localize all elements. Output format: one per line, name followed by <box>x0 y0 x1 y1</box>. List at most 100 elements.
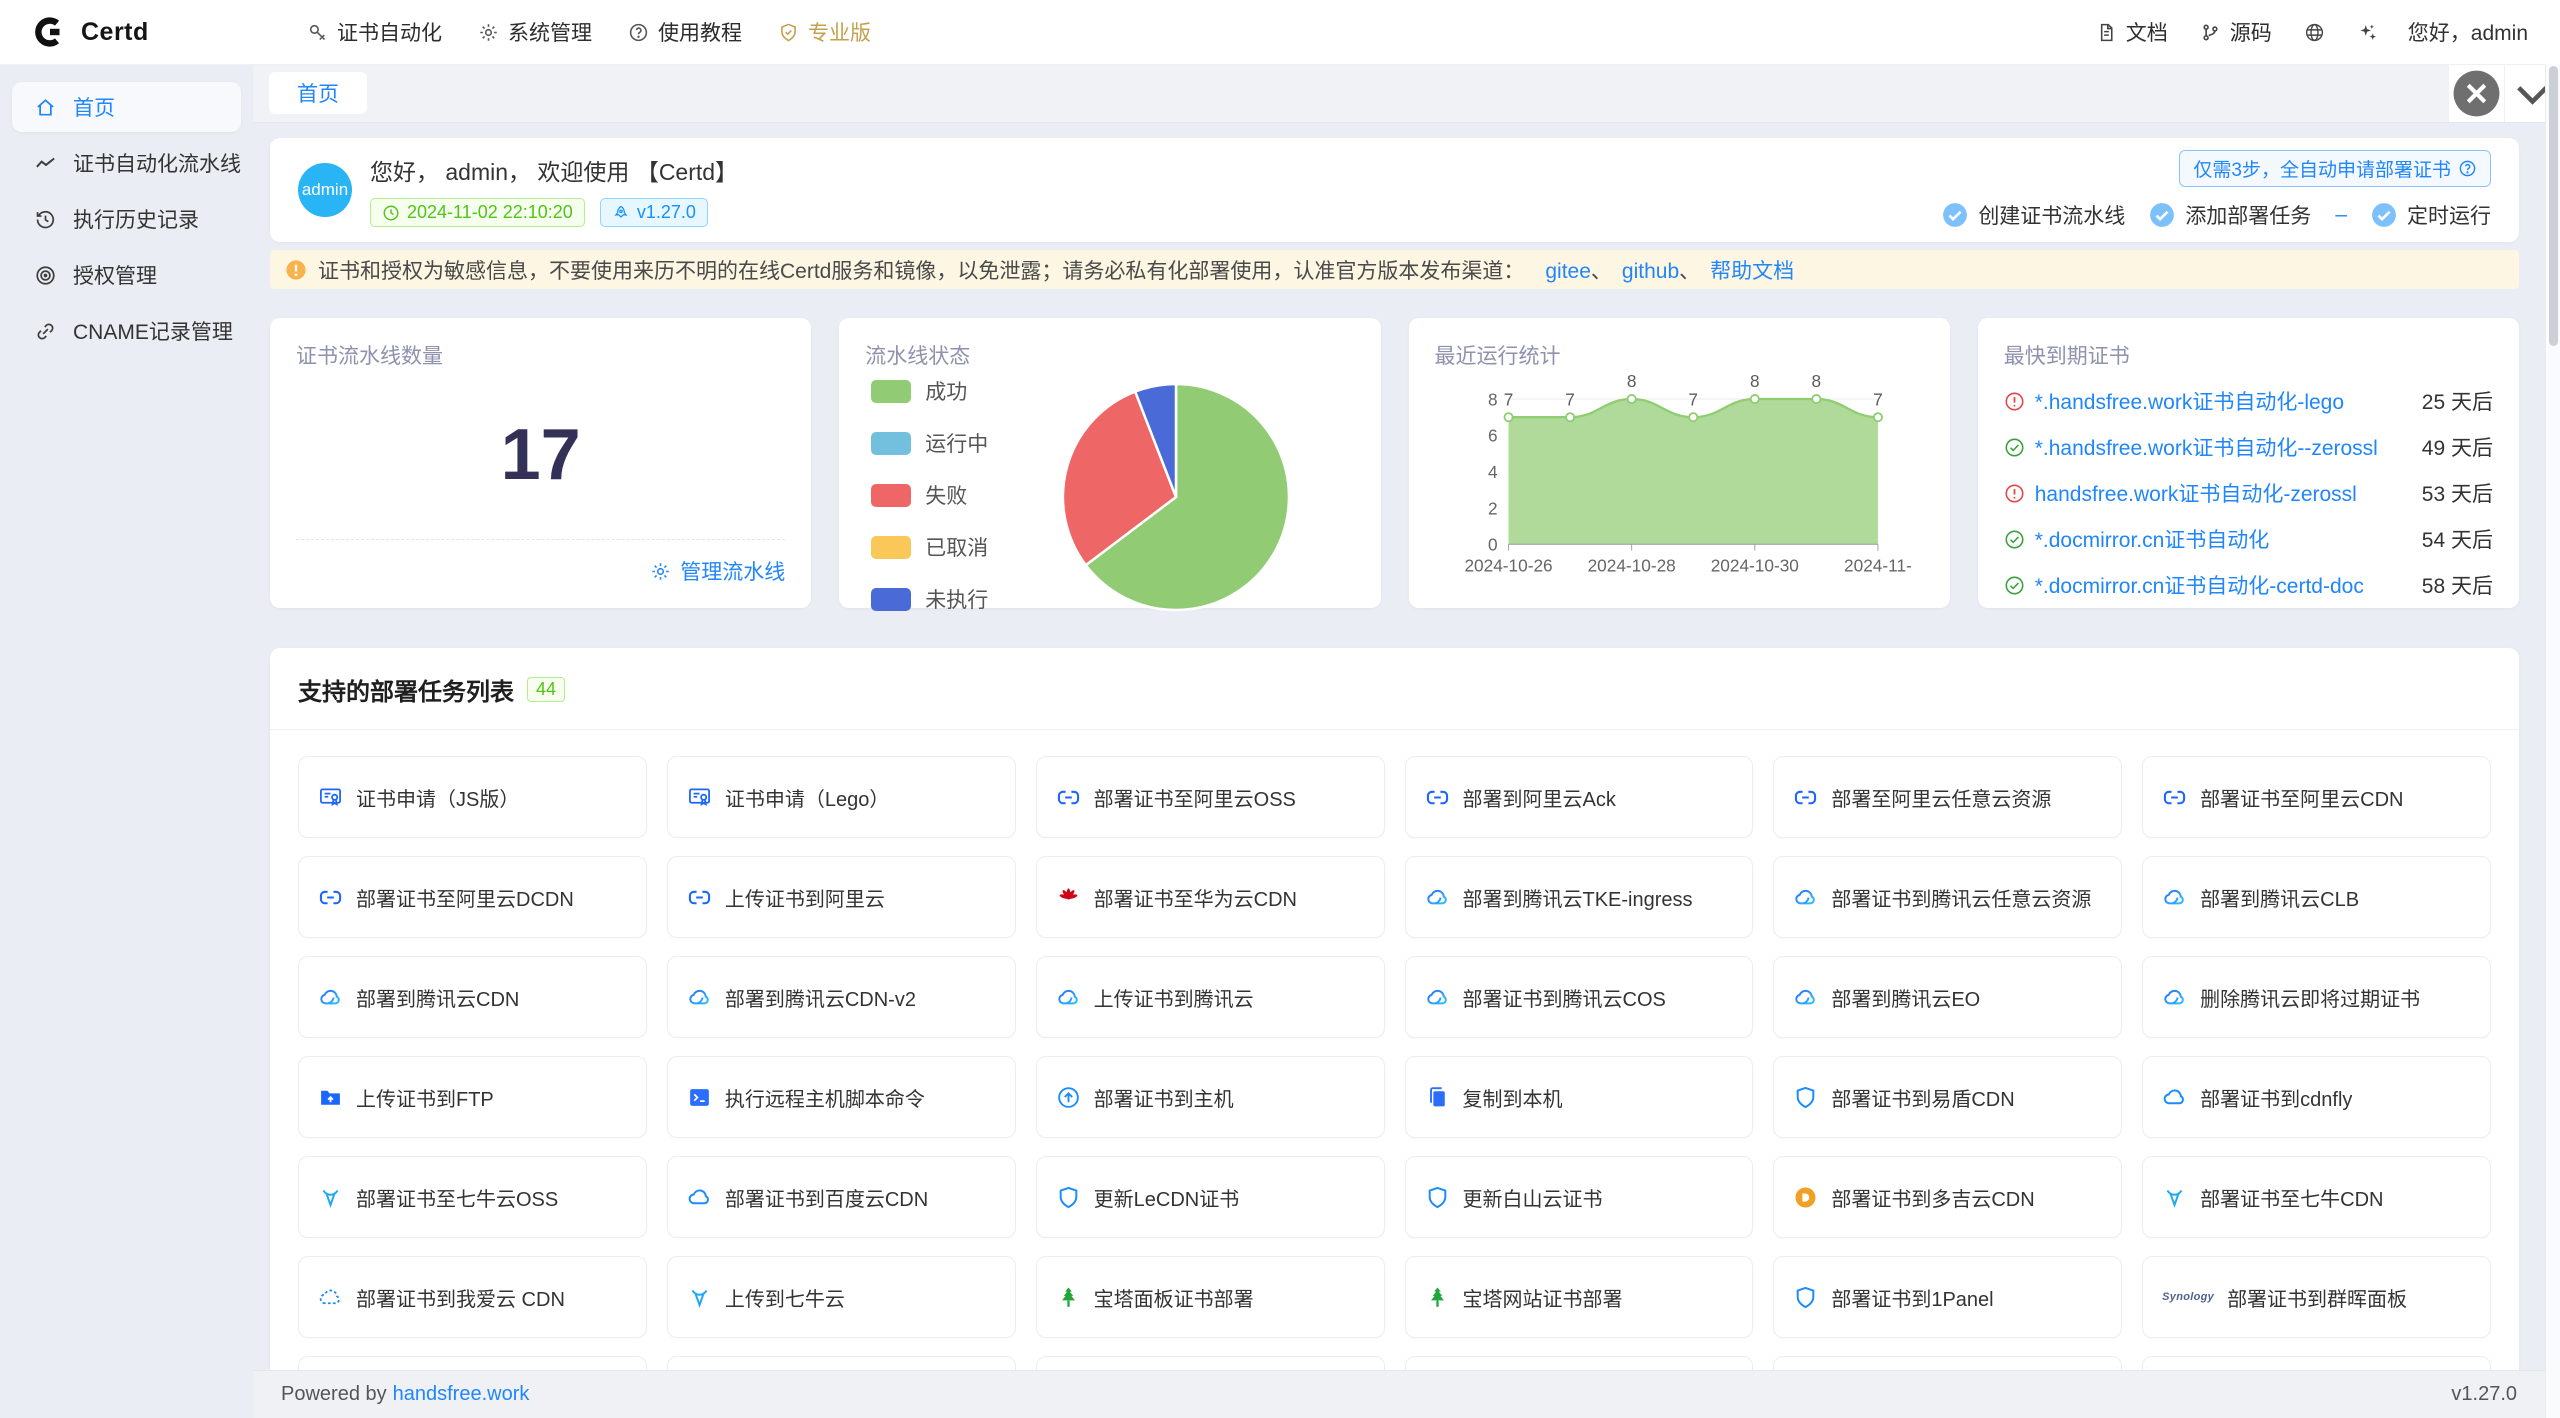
task-card[interactable]: 证书申请（Lego） <box>667 756 1016 838</box>
svg-text:7: 7 <box>1873 389 1883 409</box>
close-circle-icon[interactable] <box>2448 64 2504 122</box>
task-card[interactable]: 更新LeCDN证书 <box>1036 1156 1385 1238</box>
task-card[interactable]: 部署证书至华为云CDN <box>1036 856 1385 938</box>
menu-fold-icon[interactable] <box>253 0 289 64</box>
task-card[interactable]: 部署证书至阿里云CDN <box>2142 756 2491 838</box>
task-card[interactable]: 删除腾讯云即将过期证书 <box>2142 956 2491 1038</box>
task-card-partial[interactable] <box>1773 1356 2122 1370</box>
task-card[interactable]: 部署证书到主机 <box>1036 1056 1385 1138</box>
avatar[interactable]: admin <box>298 163 352 217</box>
task-card[interactable]: 部署到腾讯云CDN <box>298 956 647 1038</box>
legend-item[interactable]: 运行中 <box>871 428 988 458</box>
task-card[interactable]: Synology部署证书到群晖面板 <box>2142 1256 2491 1338</box>
key-icon <box>307 22 328 43</box>
task-card[interactable]: 更新白山云证书 <box>1405 1156 1754 1238</box>
expiring-cert-link[interactable]: *.docmirror.cn证书自动化 <box>2035 524 2412 554</box>
brand[interactable]: Certd <box>0 13 253 51</box>
task-card[interactable]: 部署到腾讯云CDN-v2 <box>667 956 1016 1038</box>
legend-item[interactable]: 已取消 <box>871 532 988 562</box>
task-card[interactable]: 部署证书到1Panel <box>1773 1256 2122 1338</box>
footer-link[interactable]: handsfree.work <box>393 1383 530 1405</box>
scrollbar-thumb[interactable] <box>2549 66 2558 346</box>
task-card[interactable]: 部署证书至七牛CDN <box>2142 1156 2491 1238</box>
tab-home[interactable]: 首页 <box>269 72 367 114</box>
menu-pro-edition[interactable]: 专业版 <box>760 0 889 64</box>
task-card[interactable]: 宝塔网站证书部署 <box>1405 1256 1754 1338</box>
sidebar-item-auth[interactable]: 授权管理 <box>12 250 241 300</box>
task-label: 上传到七牛云 <box>725 1283 845 1312</box>
status-pie-chart <box>1046 370 1296 620</box>
task-card[interactable]: 部署证书到腾讯云COS <box>1405 956 1754 1038</box>
doc-icon <box>2096 22 2117 43</box>
manage-pipelines-label: 管理流水线 <box>680 556 785 586</box>
task-card[interactable]: 部署证书至阿里云DCDN <box>298 856 647 938</box>
step-3[interactable]: 定时运行 <box>2371 200 2491 230</box>
menu-tutorial[interactable]: 使用教程 <box>610 0 760 64</box>
link-source[interactable]: 源码 <box>2184 17 2288 47</box>
task-card[interactable]: 上传证书到FTP <box>298 1056 647 1138</box>
task-card[interactable]: 执行远程主机脚本命令 <box>667 1056 1016 1138</box>
sidebar-item-cname[interactable]: CNAME记录管理 <box>12 306 241 356</box>
footer-version: v1.27.0 <box>2451 1383 2517 1406</box>
task-card[interactable]: 部署到腾讯云TKE-ingress <box>1405 856 1754 938</box>
task-card[interactable]: 复制到本机 <box>1405 1056 1754 1138</box>
task-card-partial[interactable] <box>1405 1356 1754 1370</box>
task-card[interactable]: 部署至阿里云任意云资源 <box>1773 756 2122 838</box>
task-label: 部署证书至阿里云OSS <box>1094 783 1296 812</box>
notice-link[interactable]: github <box>1622 260 1679 283</box>
task-label: 部署证书至阿里云DCDN <box>356 883 574 912</box>
task-card[interactable]: 部署证书到腾讯云任意云资源 <box>1773 856 2122 938</box>
task-card[interactable]: 部署证书至阿里云OSS <box>1036 756 1385 838</box>
steps-badge[interactable]: 仅需3步，全自动申请部署证书 <box>2179 150 2491 187</box>
link-docs[interactable]: 文档 <box>2080 17 2184 47</box>
step-1[interactable]: 创建证书流水线 <box>1942 200 2125 230</box>
expiring-cert-link[interactable]: *.handsfree.work证书自动化--zerossl <box>2035 432 2412 462</box>
menu-cert-automation[interactable]: 证书自动化 <box>289 0 460 64</box>
task-card[interactable]: 宝塔面板证书部署 <box>1036 1256 1385 1338</box>
version-tag[interactable]: v1.27.0 <box>600 198 708 227</box>
menu-cert-automation-label: 证书自动化 <box>337 17 442 47</box>
globe-button[interactable] <box>2288 22 2341 43</box>
sparkles-button[interactable] <box>2341 22 2394 43</box>
task-card[interactable]: 部署证书到多吉云CDN <box>1773 1156 2122 1238</box>
task-card-partial[interactable] <box>1036 1356 1385 1370</box>
expiring-cert-link[interactable]: handsfree.work证书自动化-zerossl <box>2035 478 2412 508</box>
task-card[interactable]: 部署证书到百度云CDN <box>667 1156 1016 1238</box>
user-greeting[interactable]: 您好，admin <box>2394 17 2560 47</box>
step-2[interactable]: 添加部署任务 <box>2149 200 2311 230</box>
task-card[interactable]: 证书申请（JS版） <box>298 756 647 838</box>
task-card[interactable]: 上传到七牛云 <box>667 1256 1016 1338</box>
menu-system-manage[interactable]: 系统管理 <box>460 0 610 64</box>
manage-pipelines-link[interactable]: 管理流水线 <box>650 556 785 586</box>
task-card-partial[interactable] <box>2142 1356 2491 1370</box>
aliyun-icon <box>2162 785 2187 810</box>
task-card[interactable]: 部署到阿里云Ack <box>1405 756 1754 838</box>
notice-link[interactable]: gitee <box>1545 260 1591 283</box>
copy-icon <box>1425 1085 1450 1110</box>
doge-icon <box>1793 1185 1818 1210</box>
sidebar-item-history[interactable]: 执行历史记录 <box>12 194 241 244</box>
legend-swatch <box>871 432 911 455</box>
task-card-partial[interactable] <box>298 1356 647 1370</box>
task-card[interactable]: 部署证书到易盾CDN <box>1773 1056 2122 1138</box>
notice-link[interactable]: 帮助文档 <box>1710 260 1794 283</box>
task-card[interactable]: 部署证书到cdnfly <box>2142 1056 2491 1138</box>
task-card[interactable]: 部署到腾讯云CLB <box>2142 856 2491 938</box>
legend-item[interactable]: 成功 <box>871 376 988 406</box>
expiring-cert-link[interactable]: *.docmirror.cn证书自动化-certd-doc <box>2035 570 2412 600</box>
legend-item[interactable]: 未执行 <box>871 584 988 614</box>
legend-item[interactable]: 失败 <box>871 480 988 510</box>
expiring-cert-link[interactable]: *.handsfree.work证书自动化-lego <box>2035 386 2412 416</box>
sidebar-item-pipelines[interactable]: 证书自动化流水线 <box>12 138 241 188</box>
task-card[interactable]: 部署证书到我爱云 CDN <box>298 1256 647 1338</box>
scrollbar[interactable] <box>2545 64 2560 1418</box>
shield-icon <box>1793 1085 1818 1110</box>
task-card-partial[interactable] <box>667 1356 1016 1370</box>
task-card[interactable]: 上传证书到腾讯云 <box>1036 956 1385 1038</box>
task-label: 更新LeCDN证书 <box>1094 1183 1240 1212</box>
sidebar-item-home[interactable]: 首页 <box>12 82 241 132</box>
task-card[interactable]: 部署到腾讯云EO <box>1773 956 2122 1038</box>
expiring-cert-days: 58 天后 <box>2422 570 2493 600</box>
task-card[interactable]: 部署证书至七牛云OSS <box>298 1156 647 1238</box>
task-card[interactable]: 上传证书到阿里云 <box>667 856 1016 938</box>
